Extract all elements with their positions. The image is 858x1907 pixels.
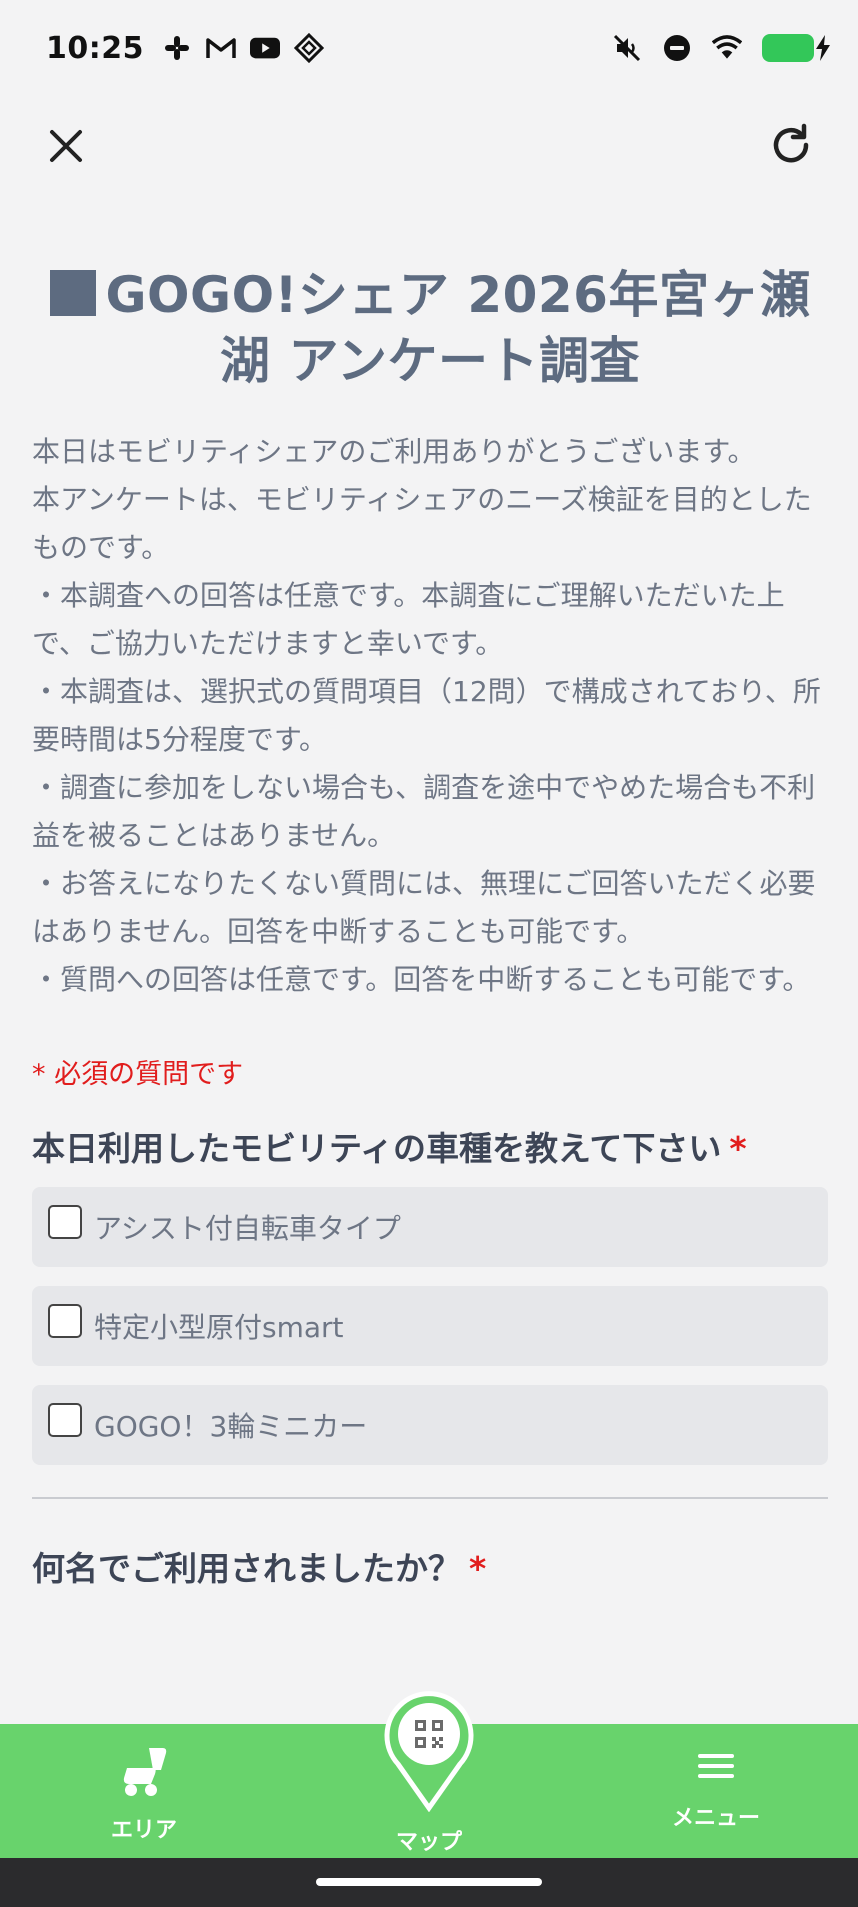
battery-icon [762,34,830,62]
checkbox[interactable] [48,1205,82,1239]
required-star: * [469,1549,487,1588]
status-time: 10:25 [46,30,144,66]
survey-intro: 本日はモビリティシェアのご利用ありがとうございます。 本アンケートは、モビリティ… [32,435,821,996]
question-party-size: 何名でご利用されましたか？ * [32,1545,828,1593]
youtube-icon [250,33,280,63]
checkbox[interactable] [48,1403,82,1437]
checkbox[interactable] [48,1304,82,1338]
title-line1: GOGO!シェア 2026年宮ヶ瀬 [105,266,811,324]
scooter-seat-icon [123,1748,167,1796]
title-line2: 湖 アンケート調査 [220,332,640,390]
question-vehicle-type: 本日利用したモビリティの車種を教えて下さい * [32,1125,828,1173]
reload-icon [773,123,809,163]
option-label: GOGO！3輪ミニカー [94,1410,368,1443]
diamond-app-icon [294,33,324,63]
close-button[interactable] [44,124,88,168]
status-bar: 10:25 [0,0,858,96]
required-note: * 必須の質問です [32,1059,244,1090]
vehicle-options: アシスト付自転車タイプ 特定小型原付smart GOGO！3輪ミニカー [32,1187,828,1465]
map-qr-button[interactable] [384,1690,474,1813]
survey-content: GOGO!シェア 2026年宮ヶ瀬 湖 アンケート調査 本日はモビリティシェアの… [32,262,828,1593]
nav-menu-button[interactable]: メニュー [636,1746,796,1832]
map-pin-icon [384,1691,474,1813]
home-indicator[interactable] [316,1878,542,1886]
survey-title: GOGO!シェア 2026年宮ヶ瀬 湖 アンケート調査 [32,262,828,394]
system-home-bar [0,1858,858,1907]
close-icon [50,130,82,162]
nav-area-button[interactable]: エリア [64,1746,224,1844]
option-label: 特定小型原付smart [94,1311,344,1344]
status-left: 10:25 [46,31,324,66]
slack-icon [162,33,192,63]
option-smart-moped[interactable]: 特定小型原付smart [32,1286,828,1366]
reload-button[interactable] [768,122,814,168]
required-star: * [729,1129,747,1168]
option-label: アシスト付自転車タイプ [94,1212,401,1245]
dnd-icon [662,33,692,63]
option-assist-bike[interactable]: アシスト付自転車タイプ [32,1187,828,1267]
menu-icon [698,1754,734,1778]
option-three-wheel-minicar[interactable]: GOGO！3輪ミニカー [32,1385,828,1465]
title-square-icon [49,270,96,316]
nav-menu-label: メニュー [671,1806,760,1831]
notification-icons [162,33,324,63]
question-text: 何名でご利用されましたか？ [32,1549,461,1588]
status-right [612,33,830,63]
nav-area-label: エリア [110,1818,177,1843]
top-nav [0,110,858,180]
divider [32,1497,828,1499]
nav-map-label-wrap[interactable]: マップ [349,1824,509,1856]
mute-icon [612,33,642,63]
gmail-icon [206,33,236,63]
wifi-icon [712,33,742,63]
nav-map-label: マップ [395,1830,462,1855]
question-text: 本日利用したモビリティの車種を教えて下さい [32,1129,722,1168]
